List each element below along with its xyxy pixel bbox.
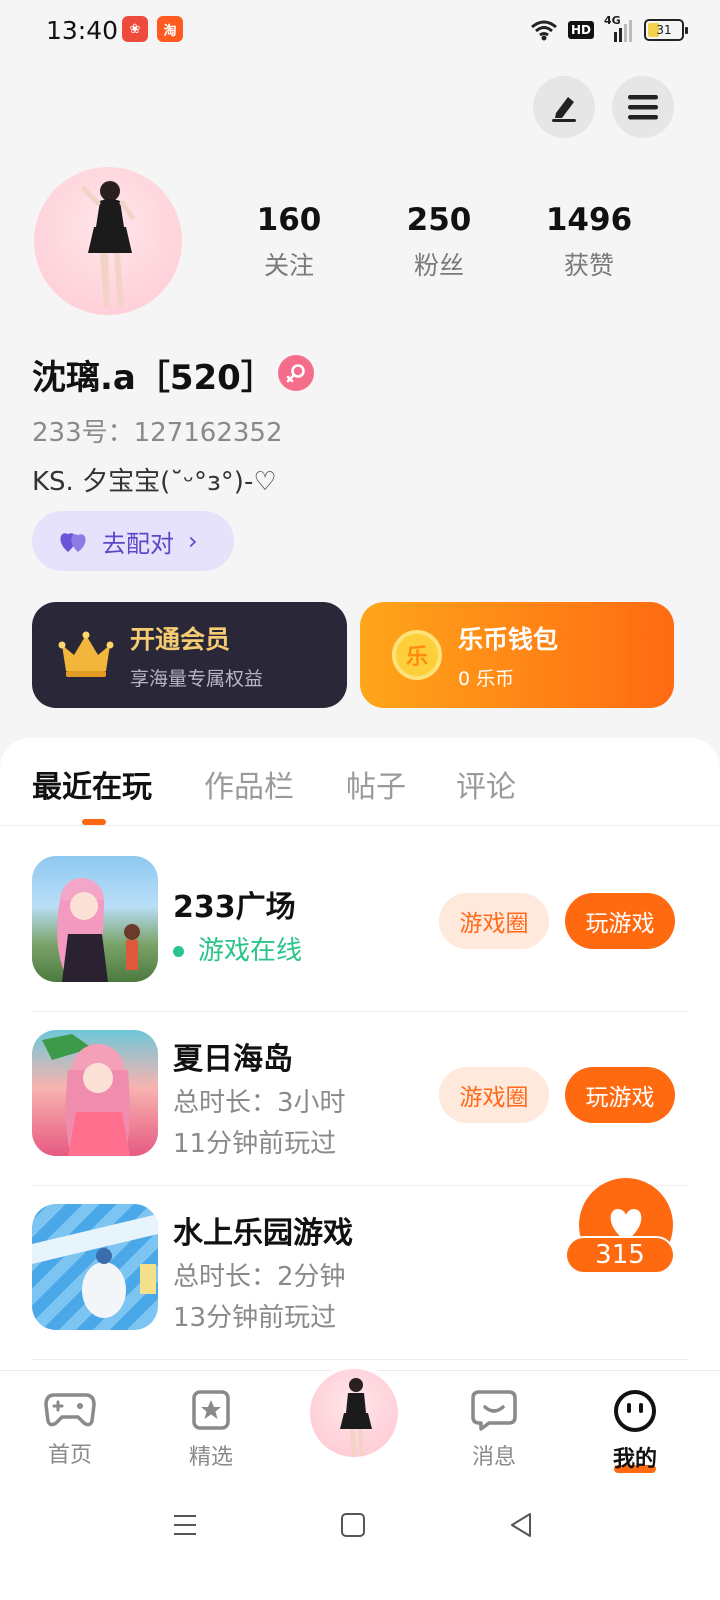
vip-subtitle: 享海量专属权益 [130, 667, 264, 690]
status-bar: 13:40 ❀ 淘 HD 4G 31 [0, 0, 720, 62]
tab-indicator [82, 819, 106, 825]
bio: KS. 夕宝宝(˘ᵕ°з°)-♡ [32, 467, 277, 497]
avatar-character-image [81, 181, 135, 307]
game-circle-button[interactable]: 游戏圈 [439, 1067, 549, 1123]
vip-title: 开通会员 [130, 624, 231, 654]
match-label: 去配对 [102, 529, 174, 558]
match-button[interactable]: 去配对 › [32, 511, 234, 571]
nav-label: 首页 [47, 1443, 92, 1468]
nav-mine[interactable]: 我的 [585, 1389, 685, 1473]
tab-posts[interactable]: 帖子 [346, 762, 406, 806]
game-thumbnail [32, 1030, 158, 1156]
game-circle-button[interactable]: 游戏圈 [439, 893, 549, 949]
coin-char: 乐 [405, 645, 428, 670]
tab-bar: 最近在玩 作品栏 帖子 评论 [0, 738, 720, 826]
female-gender-icon [278, 355, 314, 391]
game-last-played: 11分钟前玩过 [173, 1129, 337, 1159]
user-id: 233号：127162352 [32, 418, 283, 448]
nickname: 沈璃.a［520］ [32, 358, 275, 398]
stat-label: 关注 [263, 251, 314, 280]
stat-label: 获赞 [563, 251, 614, 280]
avatar-character-image [340, 1378, 372, 1457]
stat-following[interactable]: 160 关注 [214, 202, 364, 282]
game-status: 游戏在线 [173, 930, 302, 967]
menu-button[interactable] [612, 76, 674, 138]
back-icon[interactable] [508, 1512, 534, 1538]
like-count: 315 [565, 1236, 675, 1274]
nav-label: 我的 [612, 1447, 657, 1472]
pen-icon [552, 97, 576, 122]
network-type-label: 4G [604, 14, 621, 27]
game-duration: 总时长：2分钟 [173, 1262, 346, 1292]
game-name: 233广场 [173, 890, 296, 925]
game-row[interactable]: 夏日海岛 总时长：3小时 11分钟前玩过 游戏圈 玩游戏 [32, 1012, 688, 1186]
hd-badge: HD [567, 21, 594, 39]
nav-home[interactable]: 首页 [20, 1389, 120, 1469]
tab-comments[interactable]: 评论 [456, 762, 516, 806]
status-right-group: HD 4G 31 [530, 14, 688, 42]
play-game-button[interactable]: 玩游戏 [565, 1067, 675, 1123]
nav-label: 精选 [188, 1445, 233, 1470]
menu-icon [628, 95, 658, 120]
stat-fans[interactable]: 250 粉丝 [364, 202, 514, 282]
avatar-nav-button[interactable] [306, 1365, 402, 1461]
system-navigation-bar [0, 1490, 720, 1600]
signal-icon: 4G [604, 14, 634, 42]
notification-app-icon: ❀ [122, 16, 148, 42]
crown-icon [58, 631, 114, 677]
bottom-nav: 首页 精选 消息 我的 [0, 1365, 720, 1490]
face-icon [614, 1390, 656, 1432]
nav-label: 消息 [471, 1445, 516, 1470]
taobao-app-icon: 淘 [157, 16, 183, 42]
game-last-played: 13分钟前玩过 [173, 1303, 337, 1333]
play-game-button[interactable]: 玩游戏 [565, 893, 675, 949]
battery-icon: 31 [644, 19, 688, 41]
home-system-icon[interactable] [340, 1512, 366, 1538]
game-row[interactable]: 233广场 游戏在线 游戏圈 玩游戏 [32, 838, 688, 1012]
wifi-icon [531, 20, 557, 41]
vip-card[interactable]: 开通会员 享海量专属权益 [32, 602, 347, 708]
heart-pair-icon [60, 533, 86, 552]
recent-apps-icon[interactable] [172, 1512, 198, 1538]
chevron-right-icon: › [188, 527, 198, 555]
edit-profile-button[interactable] [533, 76, 595, 138]
stat-likes[interactable]: 1496 获赞 [514, 202, 664, 282]
stat-label: 粉丝 [413, 251, 464, 280]
status-time: 13:40 [46, 16, 119, 45]
tab-works[interactable]: 作品栏 [204, 762, 294, 806]
star-badge-icon [192, 1390, 230, 1430]
wallet-title: 乐币钱包 [458, 624, 559, 654]
nav-featured[interactable]: 精选 [161, 1389, 261, 1471]
avatar[interactable] [34, 167, 182, 315]
profile-stats: 160 关注 250 粉丝 1496 获赞 [214, 202, 664, 282]
like-fab[interactable]: 315 [565, 1178, 675, 1296]
stat-value: 160 [256, 202, 322, 238]
game-name: 水上乐园游戏 [173, 1216, 353, 1251]
wallet-balance: 0 乐币 [458, 667, 515, 690]
tab-recently-played[interactable]: 最近在玩 [32, 762, 152, 806]
game-thumbnail [32, 856, 158, 982]
wallet-card[interactable]: 乐 乐币钱包 0 乐币 [360, 602, 674, 708]
stat-value: 250 [406, 202, 472, 238]
stat-value: 1496 [545, 202, 633, 238]
chat-icon [471, 1390, 517, 1431]
battery-level: 31 [656, 23, 672, 37]
online-status-label: 游戏在线 [198, 936, 303, 966]
nav-messages[interactable]: 消息 [444, 1389, 544, 1471]
game-duration: 总时长：3小时 [173, 1088, 346, 1118]
game-thumbnail [32, 1204, 158, 1330]
coin-icon: 乐 [392, 630, 442, 680]
game-name: 夏日海岛 [173, 1042, 293, 1077]
gamepad-icon [44, 1393, 96, 1427]
online-dot [173, 946, 184, 957]
